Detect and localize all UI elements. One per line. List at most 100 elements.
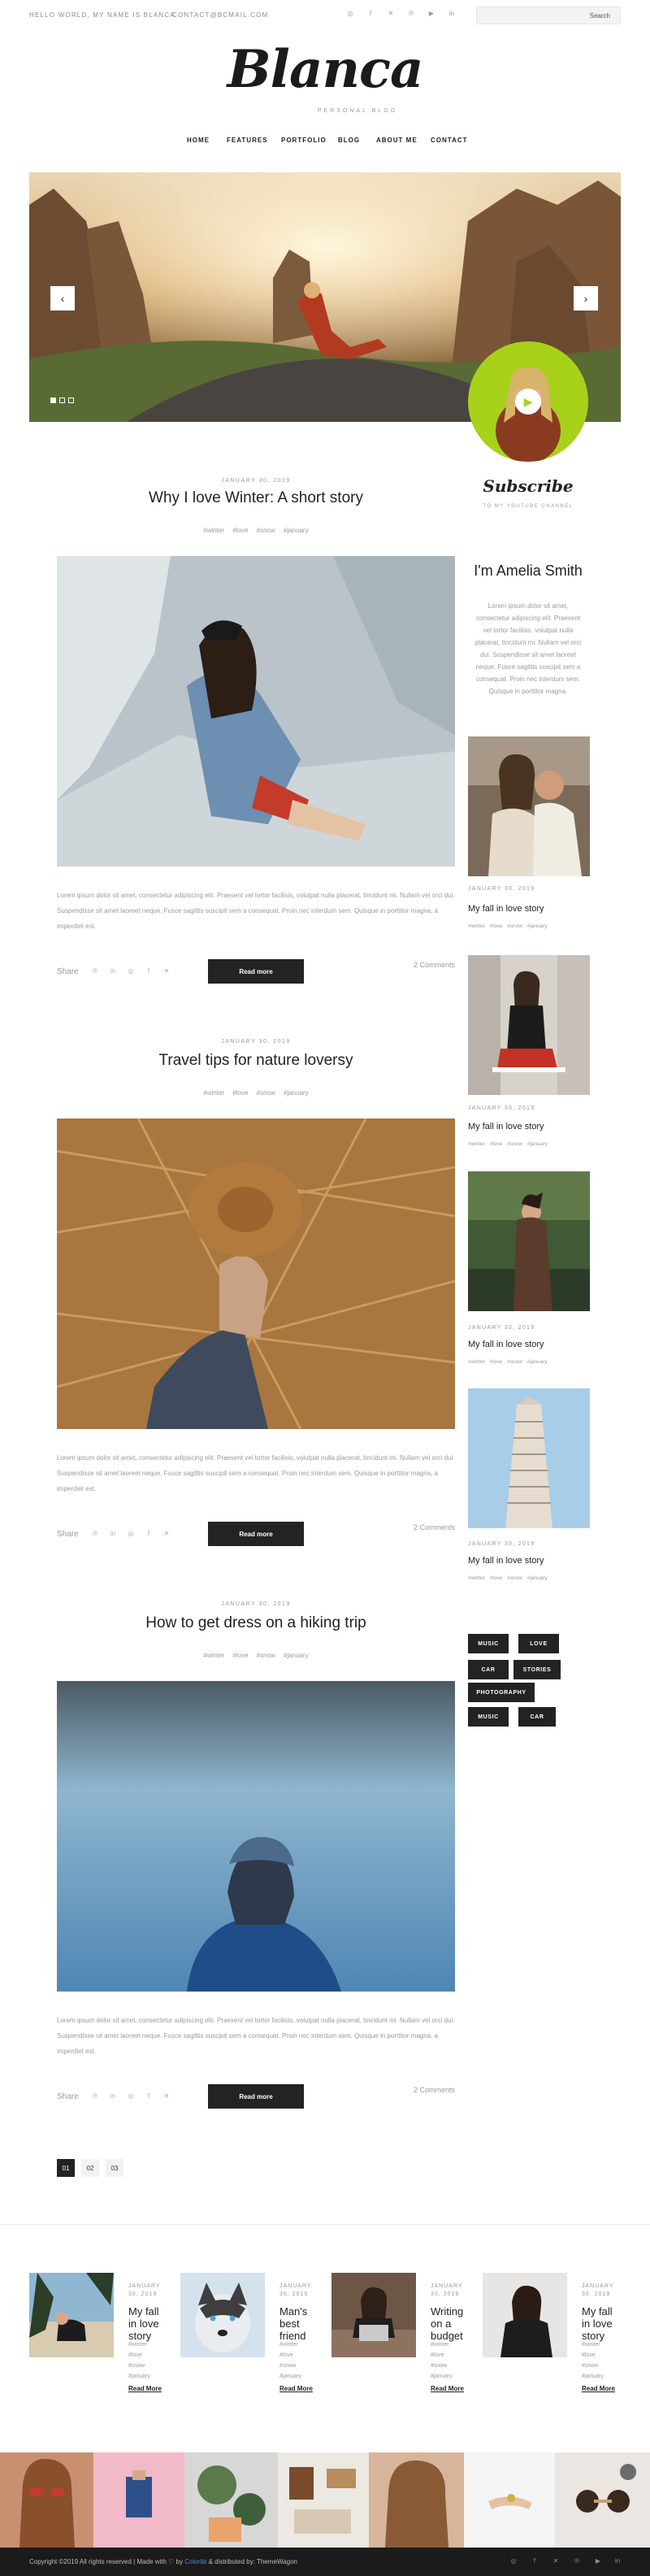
tag[interactable]: #winter xyxy=(582,2339,622,2350)
facebook-icon[interactable]: f xyxy=(530,2557,540,2565)
featured-3-read-more[interactable]: Read More xyxy=(431,2385,464,2392)
pinterest-icon[interactable]: ℗ xyxy=(572,2557,582,2565)
facebook-icon[interactable]: f xyxy=(145,1530,153,1537)
twitter-icon[interactable]: ✕ xyxy=(162,1530,171,1537)
twitter-icon[interactable]: ✕ xyxy=(551,2557,561,2565)
post-image[interactable] xyxy=(57,556,455,867)
featured-3-image[interactable] xyxy=(332,2273,416,2357)
slider-dot-1[interactable] xyxy=(50,397,56,403)
instagram-photo[interactable] xyxy=(184,2452,278,2548)
comments-link[interactable]: 2 Comments xyxy=(374,961,455,969)
tag[interactable]: #january xyxy=(280,2371,320,2382)
twitter-icon[interactable]: ✕ xyxy=(162,967,171,975)
youtube-subscribe-video[interactable]: ▶ xyxy=(468,341,588,462)
featured-1-read-more[interactable]: Read More xyxy=(128,2385,162,2392)
tag[interactable]: #snow xyxy=(280,2361,320,2371)
nav-contact[interactable]: CONTACT xyxy=(431,137,468,144)
instagram-photo[interactable] xyxy=(464,2452,555,2548)
tag-chip-car[interactable]: CAR xyxy=(468,1660,509,1679)
tag-chip-stories[interactable]: STORIES xyxy=(514,1660,561,1679)
pagination-page-1[interactable]: 01 xyxy=(57,2159,75,2177)
tag[interactable]: #snow xyxy=(128,2361,169,2371)
slider-dot-3[interactable] xyxy=(68,397,74,403)
instagram-photo[interactable] xyxy=(369,2452,464,2548)
comments-link[interactable]: 2 Comments xyxy=(374,1523,455,1531)
nav-blog[interactable]: BLOG xyxy=(338,137,360,144)
tag[interactable]: #love xyxy=(431,2350,471,2361)
featured-2-title[interactable]: Man's best friend xyxy=(280,2305,320,2342)
tag[interactable]: #love xyxy=(280,2350,320,2361)
tag-chip-love[interactable]: LOVE xyxy=(518,1634,559,1653)
facebook-icon[interactable]: f xyxy=(145,2092,153,2100)
featured-2-image[interactable] xyxy=(180,2273,265,2357)
linkedin-icon[interactable]: in xyxy=(613,2557,622,2565)
featured-2-read-more[interactable]: Read More xyxy=(280,2385,313,2392)
instagram-photo[interactable] xyxy=(93,2452,184,2548)
post-image[interactable] xyxy=(57,1681,455,1992)
read-more-button[interactable]: Read more xyxy=(208,959,304,984)
youtube-icon[interactable]: ▶ xyxy=(427,10,436,17)
pinterest-icon[interactable]: ℗ xyxy=(91,967,99,975)
featured-3-title[interactable]: Writing on a budget xyxy=(431,2305,471,2342)
tag-chip-music[interactable]: MUSIC xyxy=(468,1634,509,1653)
featured-1-image[interactable] xyxy=(29,2273,114,2357)
tag[interactable]: #january xyxy=(128,2371,169,2382)
pinterest-icon[interactable]: ℗ xyxy=(91,2092,99,2100)
sidebar-post-1-image[interactable] xyxy=(468,736,590,876)
youtube-icon[interactable]: ▶ xyxy=(593,2557,603,2565)
instagram-icon[interactable]: ◎ xyxy=(127,2092,135,2100)
sidebar-post-4-image[interactable] xyxy=(468,1388,590,1528)
featured-1-title[interactable]: My fall in love story xyxy=(128,2305,169,2342)
colorlib-link[interactable]: Colorlib xyxy=(184,2558,206,2565)
sidebar-post-3-image[interactable] xyxy=(468,1171,590,1311)
twitter-icon[interactable]: ✕ xyxy=(162,2092,171,2100)
read-more-button[interactable]: Read more xyxy=(208,1522,304,1546)
sidebar-post-2-title[interactable]: My fall in love story xyxy=(468,1122,544,1132)
slider-prev-button[interactable]: ‹ xyxy=(50,286,75,311)
linkedin-icon[interactable]: in xyxy=(447,10,457,17)
post-title[interactable]: Why I love Winter: A short story xyxy=(57,489,455,507)
post-title[interactable]: How to get dress on a hiking trip xyxy=(57,1614,455,1632)
tag[interactable]: #winter xyxy=(431,2339,471,2350)
tag[interactable]: #love xyxy=(128,2350,169,2361)
twitter-icon[interactable]: ✕ xyxy=(386,10,396,17)
nav-features[interactable]: FEATURES xyxy=(227,137,268,144)
featured-4-title[interactable]: My fall in love story xyxy=(582,2305,622,2342)
tag[interactable]: #january xyxy=(431,2371,471,2382)
pagination-page-3[interactable]: 03 xyxy=(106,2159,124,2177)
sidebar-post-4-title[interactable]: My fall in love story xyxy=(468,1556,544,1566)
slider-next-button[interactable]: › xyxy=(574,286,598,311)
slider-dot-2[interactable] xyxy=(59,397,65,403)
play-icon[interactable]: ▶ xyxy=(515,389,541,415)
tag[interactable]: #love xyxy=(582,2350,622,2361)
featured-4-image[interactable] xyxy=(483,2273,567,2357)
search-input[interactable]: Search xyxy=(476,7,621,24)
read-more-button[interactable]: Read more xyxy=(208,2084,304,2109)
pinterest-icon[interactable]: ℗ xyxy=(91,1530,99,1537)
facebook-icon[interactable]: f xyxy=(145,967,153,975)
linkedin-icon[interactable]: in xyxy=(109,1530,117,1537)
instagram-icon[interactable]: ◎ xyxy=(345,10,355,17)
tag[interactable]: #winter xyxy=(128,2339,169,2350)
linkedin-icon[interactable]: in xyxy=(109,967,117,975)
comments-link[interactable]: 2 Comments xyxy=(374,2086,455,2094)
tag-chip-car-2[interactable]: CAR xyxy=(518,1707,556,1727)
nav-about-me[interactable]: ABOUT ME xyxy=(376,137,418,144)
instagram-icon[interactable]: ◎ xyxy=(127,1530,135,1537)
tag-chip-music-2[interactable]: MUSIC xyxy=(468,1707,509,1727)
site-logo[interactable]: Blanca xyxy=(0,39,650,100)
instagram-icon[interactable]: ◎ xyxy=(509,2557,518,2565)
sidebar-post-3-title[interactable]: My fall in love story xyxy=(468,1340,544,1349)
tag-chip-photography[interactable]: PHOTOGRAPHY xyxy=(468,1683,535,1702)
tag[interactable]: #winter xyxy=(280,2339,320,2350)
featured-4-read-more[interactable]: Read More xyxy=(582,2385,615,2392)
nav-portfolio[interactable]: PORTFOLIO xyxy=(281,137,327,144)
pagination-page-2[interactable]: 02 xyxy=(81,2159,99,2177)
topbar-email[interactable]: CONTACT@BCMAIL.COM xyxy=(172,11,268,19)
sidebar-post-2-image[interactable] xyxy=(468,955,590,1095)
tag[interactable]: #january xyxy=(582,2371,622,2382)
pinterest-icon[interactable]: ℗ xyxy=(406,10,416,17)
nav-home[interactable]: HOME xyxy=(187,137,210,144)
instagram-photo[interactable] xyxy=(555,2452,650,2548)
tag[interactable]: #snow xyxy=(431,2361,471,2371)
